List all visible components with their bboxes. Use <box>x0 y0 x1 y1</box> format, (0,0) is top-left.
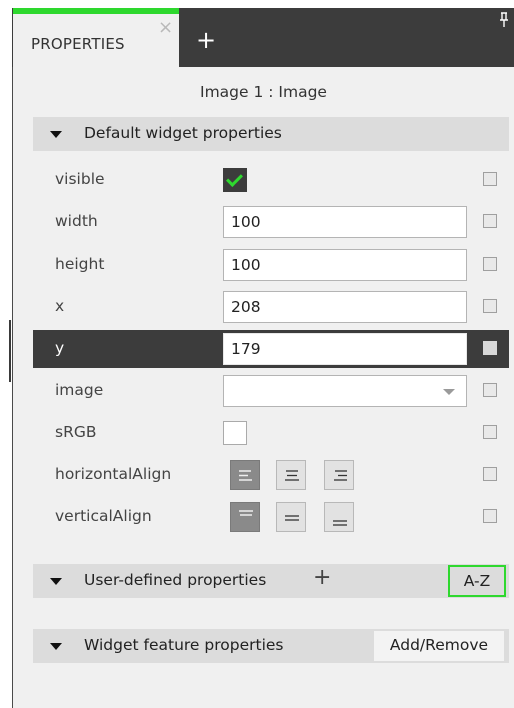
property-row-visible: visible <box>33 161 509 199</box>
property-label: x <box>55 297 65 315</box>
property-label: height <box>55 255 105 273</box>
property-row-vertical-align: verticalAlign <box>33 498 509 536</box>
property-row-srgb: sRGB <box>33 414 509 452</box>
section-user-defined-properties[interactable]: User-defined properties + A-Z <box>33 564 509 598</box>
align-left-icon <box>239 470 252 481</box>
property-row-x: x 208 <box>33 288 509 326</box>
check-icon <box>226 170 243 187</box>
section-label: User-defined properties <box>84 571 267 589</box>
property-label: y <box>55 339 65 357</box>
property-row-horizontal-align: horizontalAlign <box>33 456 509 494</box>
property-select-checkbox[interactable] <box>483 509 497 523</box>
active-tab-indicator <box>13 8 179 14</box>
property-label: sRGB <box>55 423 97 441</box>
pin-icon[interactable] <box>498 12 510 32</box>
triangle-down-icon <box>50 578 62 585</box>
align-right-icon <box>334 470 347 481</box>
align-center-button[interactable] <box>276 460 306 490</box>
property-select-checkbox[interactable] <box>483 214 497 228</box>
property-select-checkbox[interactable] <box>483 172 497 186</box>
align-bottom-button[interactable] <box>324 502 354 532</box>
property-select-checkbox[interactable] <box>483 425 497 439</box>
section-label: Default widget properties <box>84 124 282 142</box>
align-center-icon <box>285 470 299 481</box>
property-row-width: width 100 <box>33 203 509 241</box>
property-label: image <box>55 381 104 399</box>
add-property-button[interactable]: + <box>313 567 331 589</box>
property-label: visible <box>55 170 105 188</box>
add-remove-features-button[interactable]: Add/Remove <box>374 631 504 661</box>
property-select-checkbox[interactable] <box>483 383 497 397</box>
sort-az-button[interactable]: A-Z <box>448 565 506 597</box>
tab-properties-label: PROPERTIES <box>31 35 125 53</box>
visible-checkbox[interactable] <box>223 168 247 192</box>
x-input[interactable]: 208 <box>223 291 467 323</box>
property-select-checkbox[interactable] <box>483 467 497 481</box>
width-input[interactable]: 100 <box>223 206 467 238</box>
property-select-checkbox[interactable] <box>483 257 497 271</box>
section-label: Widget feature properties <box>84 636 284 654</box>
triangle-down-icon <box>50 131 62 138</box>
srgb-checkbox[interactable] <box>223 421 247 445</box>
property-row-height: height 100 <box>33 246 509 284</box>
add-tab-button[interactable]: + <box>196 28 216 52</box>
property-label: width <box>55 212 98 230</box>
align-top-button[interactable] <box>230 502 260 532</box>
property-row-y[interactable]: y 179 <box>33 330 509 368</box>
tab-properties[interactable]: PROPERTIES × <box>13 8 179 67</box>
section-default-widget-properties[interactable]: Default widget properties <box>33 117 509 151</box>
properties-panel: Image 1 : Image Default widget propertie… <box>13 67 514 708</box>
height-input[interactable]: 100 <box>223 249 467 281</box>
property-select-checkbox[interactable] <box>483 299 497 313</box>
property-select-checkbox[interactable] <box>483 341 497 355</box>
property-row-image: image <box>33 372 509 410</box>
object-title: Image 1 : Image <box>200 83 327 101</box>
triangle-down-icon <box>50 643 62 650</box>
chevron-down-icon <box>443 389 455 395</box>
align-top-icon <box>239 510 253 516</box>
section-widget-feature-properties[interactable]: Widget feature properties Add/Remove <box>33 629 509 663</box>
align-middle-icon <box>285 515 299 521</box>
splitter-handle[interactable] <box>9 320 11 382</box>
image-dropdown[interactable] <box>223 375 467 407</box>
property-label: horizontalAlign <box>55 465 172 483</box>
property-label: verticalAlign <box>55 507 152 525</box>
align-left-button[interactable] <box>230 460 260 490</box>
align-right-button[interactable] <box>324 460 354 490</box>
y-input[interactable]: 179 <box>223 333 467 365</box>
align-bottom-icon <box>333 520 347 526</box>
tab-bar: PROPERTIES × + <box>12 8 514 67</box>
close-icon[interactable]: × <box>158 19 173 37</box>
align-middle-button[interactable] <box>276 502 306 532</box>
